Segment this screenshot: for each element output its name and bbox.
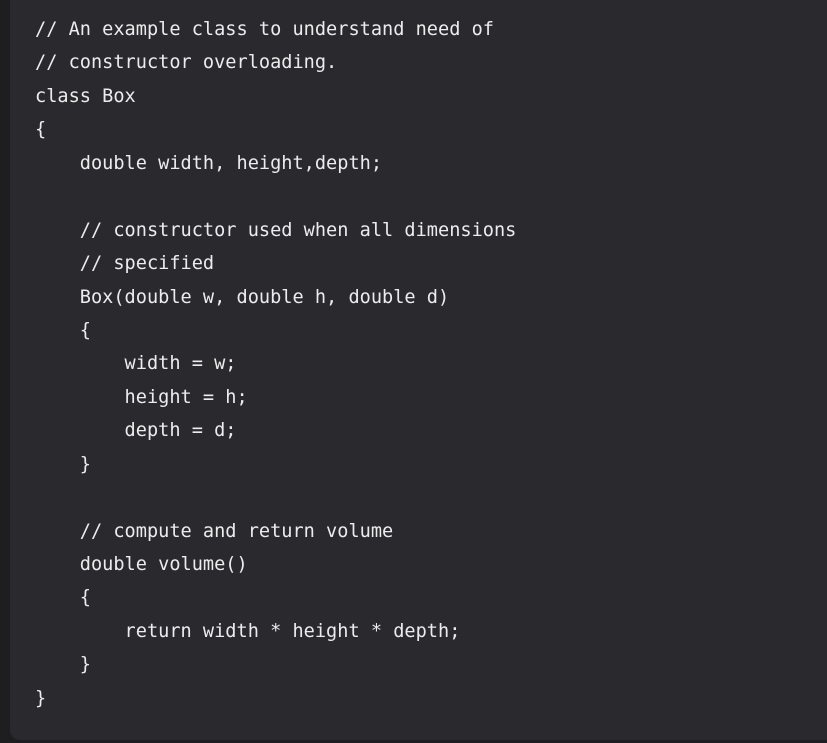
code-line: class Box <box>35 85 136 107</box>
code-line: } <box>35 687 47 709</box>
code-line: // compute and return volume <box>35 520 394 542</box>
code-line: // specified <box>35 253 215 275</box>
code-line: // An example class to understand need o… <box>35 19 494 40</box>
code-line: width = w; <box>35 353 237 375</box>
code-line: return width * height * depth; <box>35 620 461 642</box>
code-lines: // An example class to understand need o… <box>35 13 516 715</box>
code-line: height = h; <box>35 386 248 408</box>
code-line: // constructor overloading. <box>35 52 338 74</box>
code-line: { <box>35 319 91 341</box>
code-line: double volume() <box>35 554 248 575</box>
code-block: // An example class to understand need o… <box>10 0 827 740</box>
code-line: } <box>35 654 91 676</box>
code-line: Box(double w, double h, double d) <box>35 286 450 308</box>
code-line: } <box>35 453 91 475</box>
code-line: // constructor used when all dimensions <box>35 219 517 241</box>
code-line: depth = d; <box>35 420 237 442</box>
code-line: { <box>35 587 91 609</box>
code-line: double width, height,depth; <box>35 152 383 174</box>
code-line: { <box>35 119 47 141</box>
